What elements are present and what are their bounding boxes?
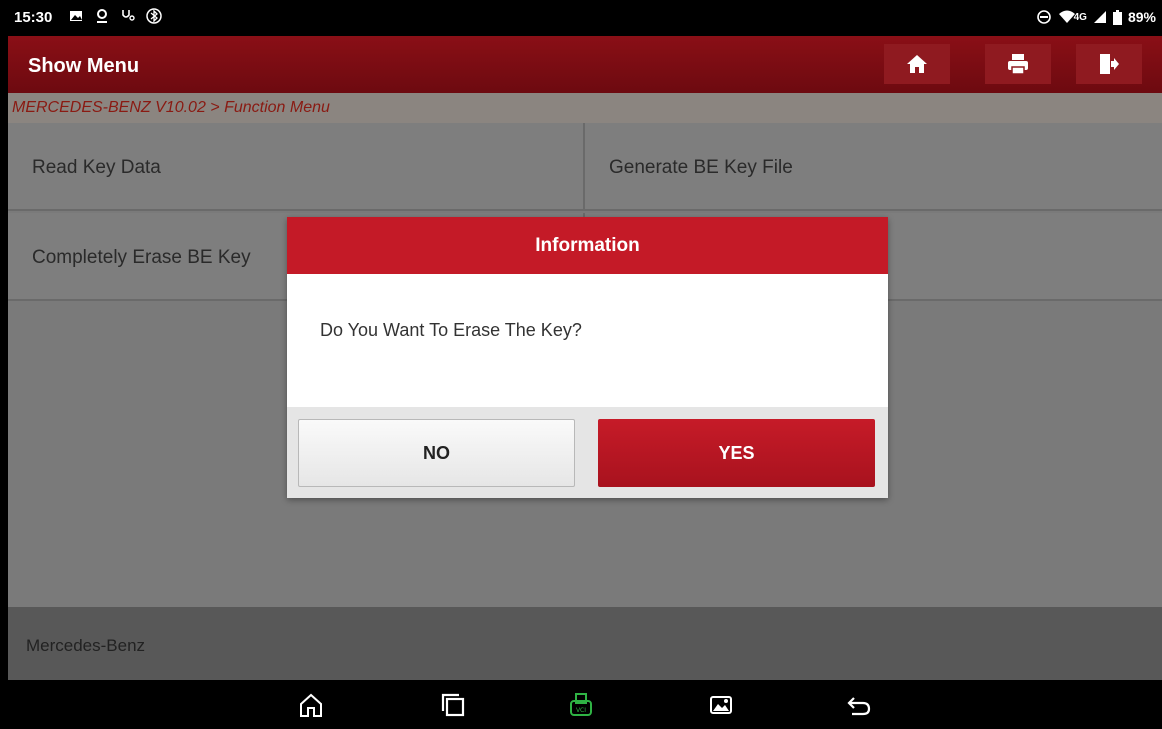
dialog-button-bar: NO YES — [287, 407, 888, 498]
information-dialog: Information Do You Want To Erase The Key… — [287, 217, 888, 498]
no-button[interactable]: NO — [298, 419, 575, 487]
back-icon[interactable] — [846, 692, 872, 718]
exit-icon — [1100, 54, 1119, 74]
location-icon — [97, 9, 107, 23]
nav-home-icon[interactable] — [298, 692, 324, 718]
recent-apps-icon[interactable] — [440, 692, 466, 718]
app-header: Show Menu — [8, 36, 1162, 93]
vehicle-bar: Mercedes-Benz — [8, 607, 1162, 680]
vci-icon[interactable]: VCI — [568, 692, 594, 718]
breadcrumb-text: MERCEDES-BENZ V10.02 > Function Menu — [12, 99, 330, 116]
vehicle-name: Mercedes-Benz — [26, 636, 146, 655]
battery-level: 89% — [1127, 9, 1156, 25]
print-icon — [1008, 54, 1028, 75]
exit-button[interactable] — [1076, 44, 1142, 84]
network-type: 4G — [1073, 11, 1087, 23]
breadcrumb: MERCEDES-BENZ V10.02 > Function Menu — [8, 93, 1162, 123]
page-title: Show Menu — [28, 55, 140, 77]
signal-icon — [1093, 11, 1106, 23]
dialog-title: Information — [287, 217, 888, 274]
svg-text:VCI: VCI — [576, 707, 586, 714]
stethoscope-icon — [122, 10, 135, 21]
bluetooth-icon — [146, 8, 162, 24]
home-button[interactable] — [884, 44, 950, 84]
battery-icon — [1112, 9, 1122, 25]
image-icon — [70, 11, 82, 21]
status-right: 4G 89% — [1036, 9, 1156, 25]
status-bar: 15:30 4G 89% — [0, 0, 1162, 36]
menu-item-read-key-data[interactable]: Read Key Data — [8, 123, 585, 211]
print-button[interactable] — [985, 44, 1051, 84]
menu-item-label: Read Key Data — [32, 157, 161, 178]
dnd-icon — [1036, 10, 1051, 24]
gallery-icon[interactable] — [708, 692, 734, 718]
navigation-bar: VCI — [0, 680, 1162, 729]
status-time: 15:30 — [14, 9, 53, 26]
home-icon — [907, 55, 927, 73]
menu-item-label: Generate BE Key File — [609, 157, 793, 178]
yes-button[interactable]: YES — [598, 419, 875, 487]
menu-item-generate-be-key-file[interactable]: Generate BE Key File — [585, 123, 1162, 211]
dialog-message: Do You Want To Erase The Key? — [320, 320, 582, 340]
menu-item-label: Completely Erase BE Key — [32, 247, 251, 268]
status-icons — [68, 8, 162, 24]
